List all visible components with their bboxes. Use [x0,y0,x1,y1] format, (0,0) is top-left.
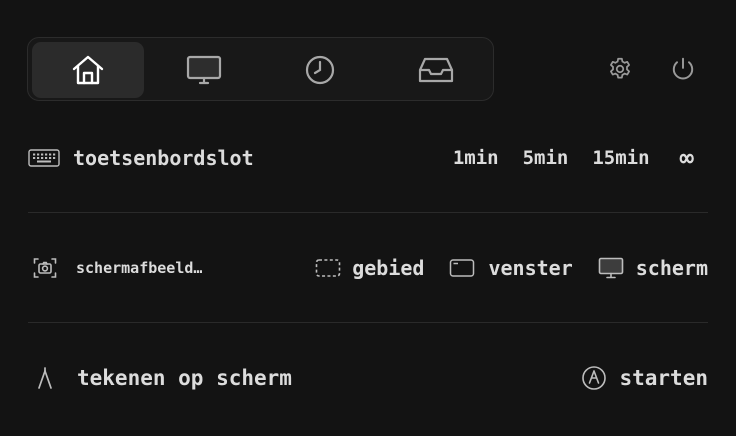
clock-icon [305,55,335,85]
tab-inbox[interactable] [380,42,492,98]
draw-on-screen-row: tekenen op scherm starten [28,358,708,398]
window-icon [450,259,475,277]
lock-15min-button[interactable]: 15min [592,147,649,169]
lock-infinite-button[interactable]: ∞ [680,144,694,172]
divider [28,212,708,213]
tab-display[interactable] [148,42,260,98]
tab-history[interactable] [264,42,376,98]
inbox-tray-icon [418,57,454,83]
display-icon [598,257,624,279]
pen-circle-icon [582,366,607,390]
keyboard-lock-label: toetsenbordslot [73,146,254,170]
window-label: venster [488,256,573,280]
start-label: starten [619,366,708,390]
gear-icon [610,57,630,79]
display-icon [186,55,222,85]
keyboard-icon [28,148,60,168]
tab-home[interactable] [32,42,144,98]
screenshot-area-button[interactable]: gebied [315,256,424,280]
start-drawing-button[interactable]: starten [581,365,708,391]
screenshot-window-button[interactable]: venster [449,256,573,280]
divider [28,322,708,323]
home-icon [72,55,104,85]
main-tab-bar [27,37,494,101]
camera-icon [33,257,57,279]
lock-1min-button[interactable]: 1min [453,147,499,169]
screenshot-screen-button[interactable]: scherm [598,256,708,280]
screenshot-row: schermafbeeld… gebied venster scherm [28,248,708,288]
power-button[interactable] [669,55,697,83]
power-icon [672,57,694,80]
selection-area-icon [315,259,341,277]
area-label: gebied [352,256,425,280]
screen-label: scherm [635,256,708,280]
settings-button[interactable] [606,55,634,83]
lock-5min-button[interactable]: 5min [523,147,569,169]
draw-on-screen-label: tekenen op scherm [77,366,292,390]
keyboard-lock-row: toetsenbordslot 1min 5min 15min ∞ [28,138,708,178]
screenshot-label: schermafbeeld… [76,259,203,277]
compass-icon [36,366,54,390]
